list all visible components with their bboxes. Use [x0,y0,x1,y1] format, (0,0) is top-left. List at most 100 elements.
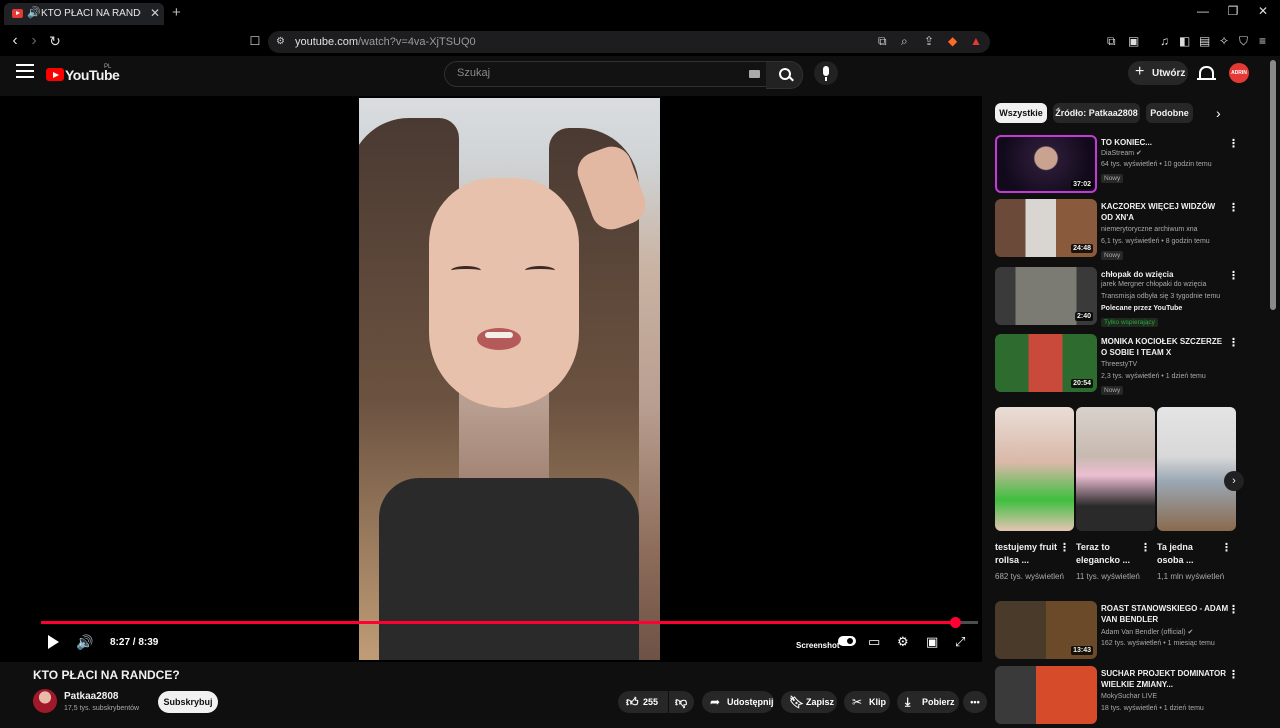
video-thumbnail[interactable]: 37:02 [995,135,1097,193]
account-avatar[interactable]: ADRIN [1229,63,1249,83]
browser-tab[interactable]: 🔊 KTO PŁACI NA RANDCE? - Yo ✕ [4,3,164,25]
shorts-next-chevron-icon[interactable]: › [1224,471,1244,491]
maximize-icon[interactable]: ❐ [1223,4,1243,18]
fullscreen-icon[interactable]: ⤢ [955,634,965,650]
chip-all[interactable]: Wszystkie [995,103,1047,123]
create-button[interactable]: + Utwórz [1128,61,1188,85]
youtube-logo[interactable]: YouTube PL [46,64,120,84]
open-external-icon[interactable]: ⧉ [878,34,887,49]
more-vert-icon[interactable]: ⋮ [1228,336,1239,349]
rec-channel[interactable]: Adam Van Bendler (official) [1101,629,1186,636]
save-button[interactable]: 🔖︎ Zapisz [781,691,837,713]
voice-search-button[interactable] [814,61,838,85]
subscribe-button[interactable]: Subskrybuj [158,691,218,713]
share-page-icon[interactable]: ⇪ [924,34,934,48]
video-thumbnail[interactable] [995,666,1097,724]
more-vert-icon[interactable]: ⋮ [1228,603,1239,616]
autoplay-toggle[interactable] [838,636,856,646]
music-icon[interactable]: ♫ [1160,34,1169,48]
screenshot-label[interactable]: Screenshot [796,641,840,650]
recommended-video[interactable]: 20:54 MONIKA KOCIOŁEK SZCZERZE O SOBIE I… [995,334,1245,396]
short-thumbnail[interactable] [1076,407,1155,531]
scrubber-handle[interactable] [949,617,961,628]
forward-icon[interactable]: › [25,33,43,49]
rec-channel[interactable]: ThreestyTV [1101,361,1137,368]
rec-channel[interactable]: MokySuchar LIVE [1101,693,1157,700]
recommended-video[interactable]: SUCHAR PROJEKT DOMINATOR WIELKIE ZMIANY.… [995,666,1245,728]
channel-avatar[interactable] [33,689,57,713]
site-info-icon[interactable]: ⚙ [276,36,285,47]
ai-icon[interactable]: ✧ [1219,34,1229,48]
video-thumbnail[interactable]: 20:54 [995,334,1097,392]
menu-icon[interactable]: ≡ [1259,34,1266,48]
more-actions-button[interactable]: ••• [963,691,987,713]
address-bar[interactable]: ⚙ youtube.com/watch?v=4va-XjTSUQ0 ⧉ ⌕ ⇪ … [268,31,990,53]
vpn-icon[interactable]: ⛉ [1239,34,1248,49]
download-button[interactable]: ⤓ Pobierz [897,691,959,713]
recommended-video[interactable]: 24:48 KACZOREX WIĘCEJ WIDZÓW OD XN'A nie… [995,199,1245,261]
more-vert-icon[interactable]: ⋮ [1228,201,1239,214]
search-button[interactable] [766,61,803,89]
video-thumbnail[interactable]: 24:48 [995,199,1097,257]
reload-icon[interactable]: ↻ [46,33,64,49]
rec-title[interactable]: TO KONIEC... [1101,137,1229,148]
share-button[interactable]: ➦ Udostępnij [702,691,774,713]
volume-icon[interactable]: 🔊 [76,634,93,651]
channel-name[interactable]: Patkaa2808 [64,691,119,702]
screenshot-ext-icon[interactable]: ▣ [1128,34,1139,48]
brave-shield-icon[interactable]: ◆ [948,34,957,48]
chevron-right-icon[interactable]: › [1216,105,1221,121]
video-thumbnail[interactable]: 2:40 [995,267,1097,325]
more-vert-icon[interactable]: ⋮ [1228,668,1239,681]
more-vert-icon[interactable]: ⋮ [1059,541,1070,554]
window-close-icon[interactable]: ✕ [1253,4,1273,18]
back-icon[interactable]: ‹ [6,33,24,49]
rec-title[interactable]: KACZOREX WIĘCEJ WIDZÓW OD XN'A [1101,201,1229,223]
short-title[interactable]: Ta jedna osoba ... [1157,541,1219,567]
audio-playing-icon[interactable]: 🔊 [27,6,41,19]
progress-bar[interactable] [41,617,978,628]
like-button[interactable]: 👍︎ 255 [618,691,668,713]
wallet-icon[interactable]: ▤ [1199,34,1210,48]
scrollbar[interactable] [1270,60,1276,310]
minimize-icon[interactable]: — [1193,4,1213,18]
rec-channel[interactable]: jarek Mergner chłopaki do wzięcia [1101,281,1206,288]
short-thumbnail[interactable] [1157,407,1236,531]
theater-mode-icon[interactable]: ▣ [926,634,938,650]
short-thumbnail[interactable] [995,407,1074,531]
clip-button[interactable]: ✂ Klip [844,691,890,713]
bookmark-icon[interactable]: ☐ [246,33,264,49]
recommended-video[interactable]: 37:02 TO KONIEC... DiaStream ✔ 64 tys. w… [995,135,1245,197]
settings-gear-icon[interactable]: ⚙ [897,634,909,650]
search-box[interactable] [444,61,768,87]
rec-title[interactable]: MONIKA KOCIOŁEK SZCZERZE O SOBIE I TEAM … [1101,336,1229,358]
extensions-icon[interactable]: ⧉ [1107,34,1116,49]
more-vert-icon[interactable]: ⋮ [1140,541,1151,554]
sidebar-toggle-icon[interactable]: ◧ [1179,34,1190,48]
subtitles-icon[interactable]: ▭ [868,634,880,650]
chip-source[interactable]: Źródło: Patkaa2808 [1053,103,1140,123]
short-title[interactable]: Teraz to elegancko ... [1076,541,1138,567]
dislike-button[interactable]: 👎︎ [669,691,694,713]
short-item[interactable]: Teraz to elegancko ... ⋮ 11 tys. wyświet… [1076,407,1155,581]
rec-channel[interactable]: niemerytoryczne archiwum xna [1101,226,1197,233]
more-vert-icon[interactable]: ⋮ [1228,269,1239,282]
more-vert-icon[interactable]: ⋮ [1228,137,1239,150]
notifications-bell-icon[interactable] [1197,66,1216,80]
brave-rewards-icon[interactable]: ▲ [970,34,982,48]
rec-title[interactable]: chłopak do wzięcia [1101,269,1229,280]
short-item[interactable]: Ta jedna osoba ... ⋮ 1,1 mln wyświetleń [1157,407,1236,581]
play-icon[interactable] [48,635,59,649]
keyboard-icon[interactable] [749,70,760,78]
recommended-video[interactable]: 2:40 chłopak do wzięcia jarek Mergner ch… [995,267,1245,329]
short-title[interactable]: testujemy fruit rollsa ... [995,541,1057,567]
short-item[interactable]: testujemy fruit rollsa ... ⋮ 682 tys. wy… [995,407,1074,581]
search-input[interactable] [455,66,719,80]
rec-channel[interactable]: DiaStream [1101,150,1134,157]
recommended-video[interactable]: 13:43 ROAST STANOWSKIEGO - ADAM VAN BEND… [995,601,1245,663]
hamburger-menu-icon[interactable] [16,64,34,82]
chip-related[interactable]: Podobne [1146,103,1193,123]
rec-title[interactable]: ROAST STANOWSKIEGO - ADAM VAN BENDLER [1101,603,1229,625]
video-player[interactable]: 🔊 8:27 / 8:39 Screenshot ▭ ⚙ ▣ ⤢ [0,96,982,662]
new-tab-icon[interactable]: + [172,4,181,21]
